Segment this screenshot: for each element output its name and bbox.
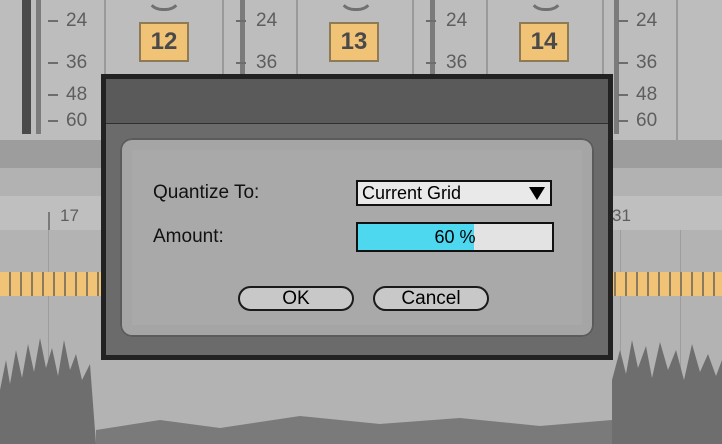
scale-tick xyxy=(48,120,58,122)
scale-label: 60 xyxy=(66,110,88,131)
ruler-tick xyxy=(48,212,50,230)
scale-tick xyxy=(618,62,628,64)
scale-label: 60 xyxy=(636,110,658,131)
track-number-14[interactable]: 14 xyxy=(519,22,569,62)
dialog-title-bar[interactable] xyxy=(106,79,608,124)
scale-label: 24 xyxy=(446,10,468,31)
pan-knob-icon[interactable] xyxy=(338,0,374,11)
cancel-button[interactable]: Cancel xyxy=(373,286,489,311)
scale-tick xyxy=(426,62,436,64)
scale-tick xyxy=(618,94,628,96)
dropdown-arrow-icon xyxy=(529,187,545,200)
scale-tick xyxy=(48,20,58,22)
scale-label: 48 xyxy=(636,84,658,105)
track-number-12[interactable]: 12 xyxy=(139,22,189,62)
quantize-to-value: Current Grid xyxy=(362,183,462,203)
scale-label: 24 xyxy=(636,10,658,31)
pan-knob-icon[interactable] xyxy=(146,0,182,11)
ruler-label: 31 xyxy=(612,206,631,225)
ok-button[interactable]: OK xyxy=(238,286,354,311)
scale-tick xyxy=(618,20,628,22)
scale-label: 36 xyxy=(256,52,278,73)
strip-divider xyxy=(676,0,678,140)
track-number-13[interactable]: 13 xyxy=(329,22,379,62)
level-meter xyxy=(22,0,31,134)
quantize-to-select[interactable]: Current Grid xyxy=(356,180,552,206)
amount-label: Amount: xyxy=(153,226,224,247)
amount-slider[interactable]: 60 % xyxy=(356,222,554,252)
dialog-content: Quantize To: Current Grid Amount: 60 % O… xyxy=(132,150,582,325)
scale-tick xyxy=(426,20,436,22)
scale-tick xyxy=(48,94,58,96)
scale-label: 48 xyxy=(66,84,88,105)
scale-label: 24 xyxy=(256,10,278,31)
quantize-to-label: Quantize To: xyxy=(153,182,260,203)
scale-label: 36 xyxy=(446,52,468,73)
screen: 24 36 48 60 24 36 24 36 24 36 48 60 12 1… xyxy=(0,0,722,444)
level-meter xyxy=(36,0,41,134)
scale-label: 24 xyxy=(66,10,88,31)
ruler-label: 17 xyxy=(60,206,79,225)
dialog-panel: Quantize To: Current Grid Amount: 60 % O… xyxy=(120,138,594,337)
scale-tick xyxy=(48,62,58,64)
scale-label: 36 xyxy=(636,52,658,73)
scale-tick xyxy=(236,20,246,22)
pan-knob-icon[interactable] xyxy=(528,0,564,11)
amount-value: 60 % xyxy=(434,227,476,247)
dialog-body: Quantize To: Current Grid Amount: 60 % O… xyxy=(106,124,608,355)
scale-label: 36 xyxy=(66,52,88,73)
scale-tick xyxy=(236,62,246,64)
scale-tick xyxy=(618,120,628,122)
quantize-dialog: Quantize To: Current Grid Amount: 60 % O… xyxy=(101,74,613,360)
